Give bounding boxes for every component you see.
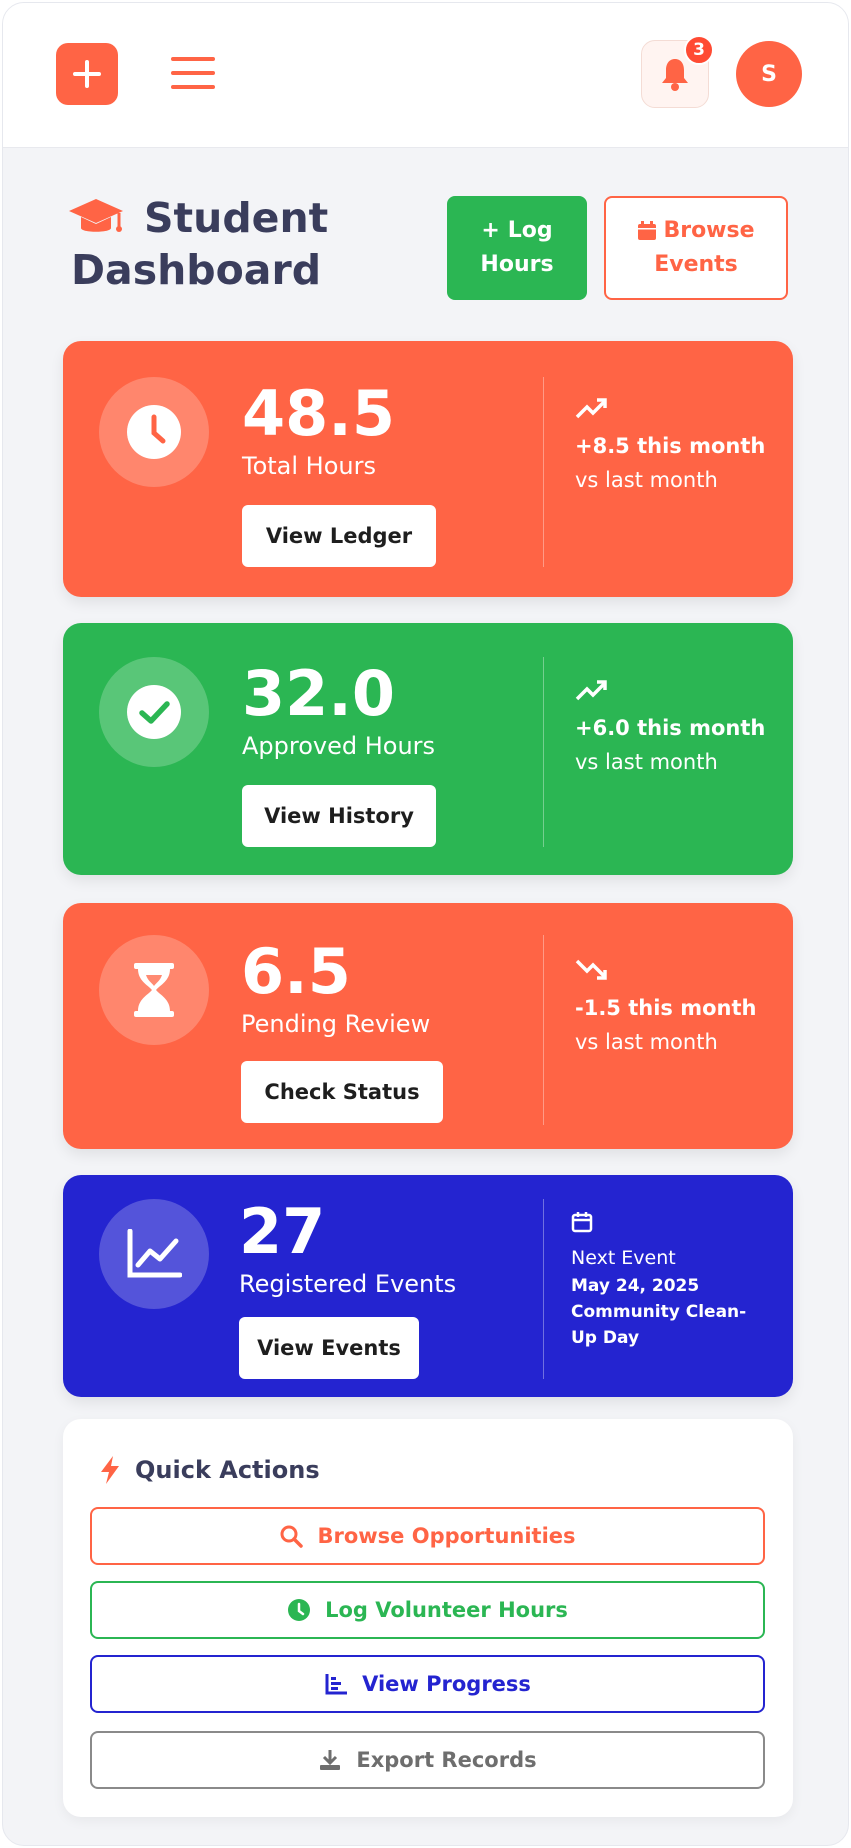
notification-count-badge: 3 bbox=[684, 35, 714, 65]
total-hours-card: 48.5 Total Hours View Ledger +8.5 this m… bbox=[63, 341, 793, 597]
card-divider bbox=[543, 1199, 544, 1379]
total-hours-compare: vs last month bbox=[575, 468, 718, 492]
pending-review-trend: -1.5 this month vs last month bbox=[575, 959, 756, 1059]
total-hours-value: 48.5 bbox=[242, 377, 395, 450]
bolt-icon bbox=[101, 1456, 119, 1484]
check-circle-icon bbox=[127, 685, 181, 739]
browse-opportunities-button[interactable]: Browse Opportunities bbox=[90, 1507, 765, 1565]
browse-events-label-1: Browse bbox=[663, 218, 755, 243]
approved-hours-card: 32.0 Approved Hours View History +6.0 th… bbox=[63, 623, 793, 875]
view-ledger-button[interactable]: View Ledger bbox=[242, 505, 436, 567]
log-hours-line1: + Log bbox=[481, 214, 552, 248]
hamburger-icon bbox=[171, 57, 215, 61]
registered-events-card: 27 Registered Events View Events Next Ev… bbox=[63, 1175, 793, 1397]
quick-actions-panel: Quick Actions Browse Opportunities Log V… bbox=[63, 1419, 793, 1817]
pending-review-compare: vs last month bbox=[575, 1030, 718, 1054]
next-event-date: May 24, 2025 bbox=[571, 1276, 700, 1296]
quick-actions-title: Quick Actions bbox=[135, 1456, 320, 1484]
graduation-cap-icon bbox=[69, 199, 123, 232]
pending-review-delta: -1.5 this month bbox=[575, 996, 757, 1020]
plus-icon: + bbox=[481, 218, 500, 243]
browse-opportunities-label: Browse Opportunities bbox=[317, 1524, 576, 1548]
log-hours-label-1: Log bbox=[507, 218, 553, 243]
log-volunteer-hours-button[interactable]: Log Volunteer Hours bbox=[90, 1581, 765, 1639]
approved-hours-label: Approved Hours bbox=[242, 732, 436, 760]
trending-down-icon bbox=[575, 959, 607, 980]
notifications-button[interactable]: 3 bbox=[641, 35, 714, 108]
card-divider bbox=[543, 657, 544, 847]
check-status-button[interactable]: Check Status bbox=[241, 1061, 443, 1123]
card-divider bbox=[543, 935, 544, 1125]
log-hours-button[interactable]: + Log Hours bbox=[447, 196, 587, 300]
bell-icon bbox=[662, 59, 688, 91]
registered-events-label: Registered Events bbox=[239, 1270, 457, 1298]
export-records-button[interactable]: Export Records bbox=[90, 1731, 765, 1789]
pending-review-icon-circle bbox=[99, 935, 209, 1045]
export-records-label: Export Records bbox=[356, 1748, 537, 1772]
browse-events-label-2: Events bbox=[654, 252, 738, 277]
clock-icon bbox=[288, 1599, 311, 1621]
approved-hours-delta: +6.0 this month bbox=[575, 716, 766, 740]
next-event-label: Next Event bbox=[571, 1247, 676, 1269]
clock-icon bbox=[127, 405, 181, 459]
chart-line-icon bbox=[127, 1229, 182, 1278]
next-event: Next Event May 24, 2025 Community Clean-… bbox=[571, 1211, 771, 1351]
log-hours-label-2: Hours bbox=[480, 252, 554, 277]
bar-chart-icon bbox=[325, 1674, 348, 1695]
search-icon bbox=[280, 1525, 304, 1548]
log-volunteer-hours-label: Log Volunteer Hours bbox=[325, 1598, 568, 1622]
page-title-line1: Student bbox=[144, 194, 329, 242]
page-title-line2: Dashboard bbox=[71, 246, 322, 294]
trending-up-icon bbox=[575, 680, 607, 701]
hamburger-line bbox=[171, 85, 215, 89]
next-event-name: Community Clean-Up Day bbox=[571, 1302, 747, 1348]
trending-up-icon bbox=[575, 398, 607, 419]
hourglass-icon bbox=[134, 963, 174, 1017]
app-frame: 3 S Student Dashboard + Log Hours Browse… bbox=[2, 2, 849, 1846]
browse-events-line1: Browse bbox=[637, 214, 755, 248]
total-hours-delta: +8.5 this month bbox=[575, 434, 766, 458]
calendar-icon bbox=[638, 221, 657, 240]
add-button[interactable] bbox=[56, 43, 118, 105]
registered-events-value: 27 bbox=[239, 1195, 326, 1268]
avatar[interactable]: S bbox=[736, 41, 802, 107]
approved-hours-compare: vs last month bbox=[575, 750, 718, 774]
browse-events-button[interactable]: Browse Events bbox=[604, 196, 788, 300]
view-history-button[interactable]: View History bbox=[242, 785, 436, 847]
calendar-icon bbox=[571, 1212, 593, 1233]
total-hours-label: Total Hours bbox=[242, 452, 376, 480]
total-hours-trend: +8.5 this month vs last month bbox=[575, 397, 765, 497]
pending-review-card: 6.5 Pending Review Check Status -1.5 thi… bbox=[63, 903, 793, 1149]
view-progress-label: View Progress bbox=[362, 1672, 531, 1696]
quick-actions-header: Quick Actions bbox=[99, 1455, 320, 1485]
menu-button[interactable] bbox=[171, 51, 215, 95]
pending-review-value: 6.5 bbox=[241, 935, 351, 1008]
approved-hours-icon-circle bbox=[99, 657, 209, 767]
approved-hours-value: 32.0 bbox=[242, 657, 395, 730]
pending-review-label: Pending Review bbox=[241, 1010, 431, 1038]
hamburger-line bbox=[171, 71, 215, 75]
registered-events-icon-circle bbox=[99, 1199, 209, 1309]
plus-icon bbox=[73, 60, 101, 88]
top-bar: 3 S bbox=[3, 3, 848, 148]
approved-hours-trend: +6.0 this month vs last month bbox=[575, 679, 765, 779]
card-divider bbox=[543, 377, 544, 567]
total-hours-icon-circle bbox=[99, 377, 209, 487]
download-icon bbox=[320, 1750, 341, 1770]
view-events-button[interactable]: View Events bbox=[239, 1317, 419, 1379]
view-progress-button[interactable]: View Progress bbox=[90, 1655, 765, 1713]
